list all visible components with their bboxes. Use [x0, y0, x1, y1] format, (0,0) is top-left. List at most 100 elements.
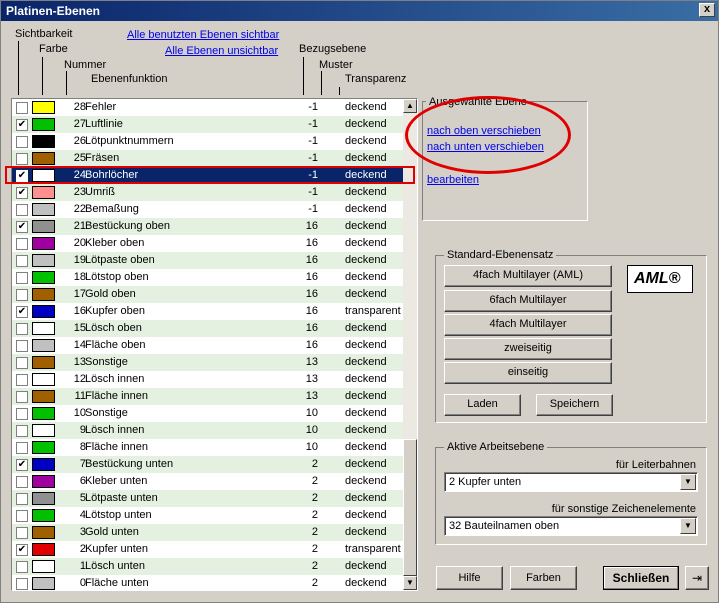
- checkbox-icon[interactable]: [16, 578, 28, 590]
- layer-row[interactable]: 4 Lötstop unten 2 deckend: [12, 507, 403, 524]
- layer-color-swatch[interactable]: [32, 560, 55, 573]
- layer-color-swatch[interactable]: [32, 390, 55, 403]
- layer-color-swatch[interactable]: [32, 322, 55, 335]
- checkbox-icon[interactable]: ✔: [16, 306, 28, 318]
- checkbox-icon[interactable]: [16, 391, 28, 403]
- exit-icon[interactable]: ⇥: [685, 566, 709, 590]
- checkbox-icon[interactable]: [16, 357, 28, 369]
- layer-color-swatch[interactable]: [32, 509, 55, 522]
- layer-color-swatch[interactable]: [32, 424, 55, 437]
- layer-row[interactable]: 19 Lötpaste oben 16 deckend: [12, 252, 403, 269]
- layer-color-swatch[interactable]: [32, 305, 55, 318]
- layer-row[interactable]: ✔ 23 Umriß -1 deckend: [12, 184, 403, 201]
- other-layer-select[interactable]: 32 Bauteilnamen oben ▼: [444, 516, 698, 536]
- checkbox-icon[interactable]: [16, 255, 28, 267]
- checkbox-icon[interactable]: [16, 527, 28, 539]
- layer-row[interactable]: 5 Lötpaste unten 2 deckend: [12, 490, 403, 507]
- dropdown-arrow-icon[interactable]: ▼: [680, 474, 696, 490]
- layer-row[interactable]: ✔ 21 Bestückung oben 16 deckend: [12, 218, 403, 235]
- checkbox-icon[interactable]: ✔: [16, 119, 28, 131]
- layer-row[interactable]: 10 Sonstige 10 deckend: [12, 405, 403, 422]
- checkbox-icon[interactable]: [16, 374, 28, 386]
- layer-color-swatch[interactable]: [32, 475, 55, 488]
- checkbox-icon[interactable]: [16, 323, 28, 335]
- layer-row[interactable]: 11 Fläche innen 13 deckend: [12, 388, 403, 405]
- layer-color-swatch[interactable]: [32, 356, 55, 369]
- checkbox-icon[interactable]: ✔: [16, 459, 28, 471]
- layer-color-swatch[interactable]: [32, 237, 55, 250]
- layer-color-swatch[interactable]: [32, 135, 55, 148]
- dropdown-arrow-icon[interactable]: ▼: [680, 518, 696, 534]
- scroll-up-icon[interactable]: ▲: [403, 99, 417, 113]
- layer-color-swatch[interactable]: [32, 203, 55, 216]
- save-button[interactable]: Speichern: [536, 394, 613, 416]
- layer-row[interactable]: 26 Lötpunktnummern -1 deckend: [12, 133, 403, 150]
- layer-color-swatch[interactable]: [32, 492, 55, 505]
- layer-color-swatch[interactable]: [32, 152, 55, 165]
- close-button[interactable]: Schließen: [603, 566, 679, 590]
- checkbox-icon[interactable]: [16, 408, 28, 420]
- all-visible-link[interactable]: Alle benutzten Ebenen sichtbar: [127, 29, 279, 41]
- layer-row[interactable]: 20 Kleber oben 16 deckend: [12, 235, 403, 252]
- 6layer-button[interactable]: 6fach Multilayer: [444, 290, 612, 312]
- layer-row[interactable]: ✔ 16 Kupfer oben 16 transparent: [12, 303, 403, 320]
- layer-row[interactable]: 15 Lösch oben 16 deckend: [12, 320, 403, 337]
- tracks-layer-select[interactable]: 2 Kupfer unten ▼: [444, 472, 698, 492]
- layer-row[interactable]: 17 Gold oben 16 deckend: [12, 286, 403, 303]
- layer-color-swatch[interactable]: [32, 118, 55, 131]
- layer-row[interactable]: ✔ 27 Luftlinie -1 deckend: [12, 116, 403, 133]
- layer-row[interactable]: 28 Fehler -1 deckend: [12, 99, 403, 116]
- layer-color-swatch[interactable]: [32, 339, 55, 352]
- layer-row[interactable]: 8 Fläche innen 10 deckend: [12, 439, 403, 456]
- checkbox-icon[interactable]: [16, 442, 28, 454]
- checkbox-icon[interactable]: [16, 493, 28, 505]
- layer-color-swatch[interactable]: [32, 288, 55, 301]
- checkbox-icon[interactable]: [16, 289, 28, 301]
- single-sided-button[interactable]: einseitig: [444, 362, 612, 384]
- checkbox-icon[interactable]: [16, 102, 28, 114]
- checkbox-icon[interactable]: ✔: [16, 187, 28, 199]
- layer-color-swatch[interactable]: [32, 407, 55, 420]
- layer-color-swatch[interactable]: [32, 458, 55, 471]
- layer-row[interactable]: 12 Lösch innen 13 deckend: [12, 371, 403, 388]
- layer-color-swatch[interactable]: [32, 254, 55, 267]
- checkbox-icon[interactable]: [16, 340, 28, 352]
- layer-color-swatch[interactable]: [32, 577, 55, 590]
- layer-color-swatch[interactable]: [32, 441, 55, 454]
- checkbox-icon[interactable]: ✔: [16, 221, 28, 233]
- layer-row[interactable]: 14 Fläche oben 16 deckend: [12, 337, 403, 354]
- colors-button[interactable]: Farben: [510, 566, 577, 590]
- checkbox-icon[interactable]: [16, 204, 28, 216]
- layer-color-swatch[interactable]: [32, 271, 55, 284]
- checkbox-icon[interactable]: ✔: [16, 544, 28, 556]
- layer-color-swatch[interactable]: [32, 101, 55, 114]
- layer-color-swatch[interactable]: [32, 543, 55, 556]
- checkbox-icon[interactable]: [16, 153, 28, 165]
- checkbox-icon[interactable]: [16, 238, 28, 250]
- 4layer-button[interactable]: 4fach Multilayer: [444, 314, 612, 336]
- layer-row[interactable]: 6 Kleber unten 2 deckend: [12, 473, 403, 490]
- checkbox-icon[interactable]: [16, 510, 28, 522]
- layer-color-swatch[interactable]: [32, 186, 55, 199]
- checkbox-icon[interactable]: [16, 136, 28, 148]
- edit-link[interactable]: bearbeiten: [427, 174, 479, 186]
- layer-row[interactable]: 25 Fräsen -1 deckend: [12, 150, 403, 167]
- layer-row[interactable]: 1 Lösch unten 2 deckend: [12, 558, 403, 575]
- layer-color-swatch[interactable]: [32, 526, 55, 539]
- help-button[interactable]: Hilfe: [436, 566, 503, 590]
- load-button[interactable]: Laden: [444, 394, 521, 416]
- layer-row[interactable]: ✔ 2 Kupfer unten 2 transparent: [12, 541, 403, 558]
- layer-row[interactable]: 22 Bemaßung -1 deckend: [12, 201, 403, 218]
- close-icon[interactable]: x: [699, 3, 715, 17]
- checkbox-icon[interactable]: [16, 476, 28, 488]
- layer-color-swatch[interactable]: [32, 220, 55, 233]
- scroll-down-icon[interactable]: ▼: [403, 576, 417, 590]
- layer-row[interactable]: 9 Lösch innen 10 deckend: [12, 422, 403, 439]
- layer-row[interactable]: 3 Gold unten 2 deckend: [12, 524, 403, 541]
- layer-row[interactable]: ✔ 7 Bestückung unten 2 deckend: [12, 456, 403, 473]
- layer-color-swatch[interactable]: [32, 373, 55, 386]
- checkbox-icon[interactable]: [16, 272, 28, 284]
- layer-row[interactable]: 18 Lötstop oben 16 deckend: [12, 269, 403, 286]
- layer-row[interactable]: 13 Sonstige 13 deckend: [12, 354, 403, 371]
- scroll-thumb[interactable]: [403, 439, 417, 576]
